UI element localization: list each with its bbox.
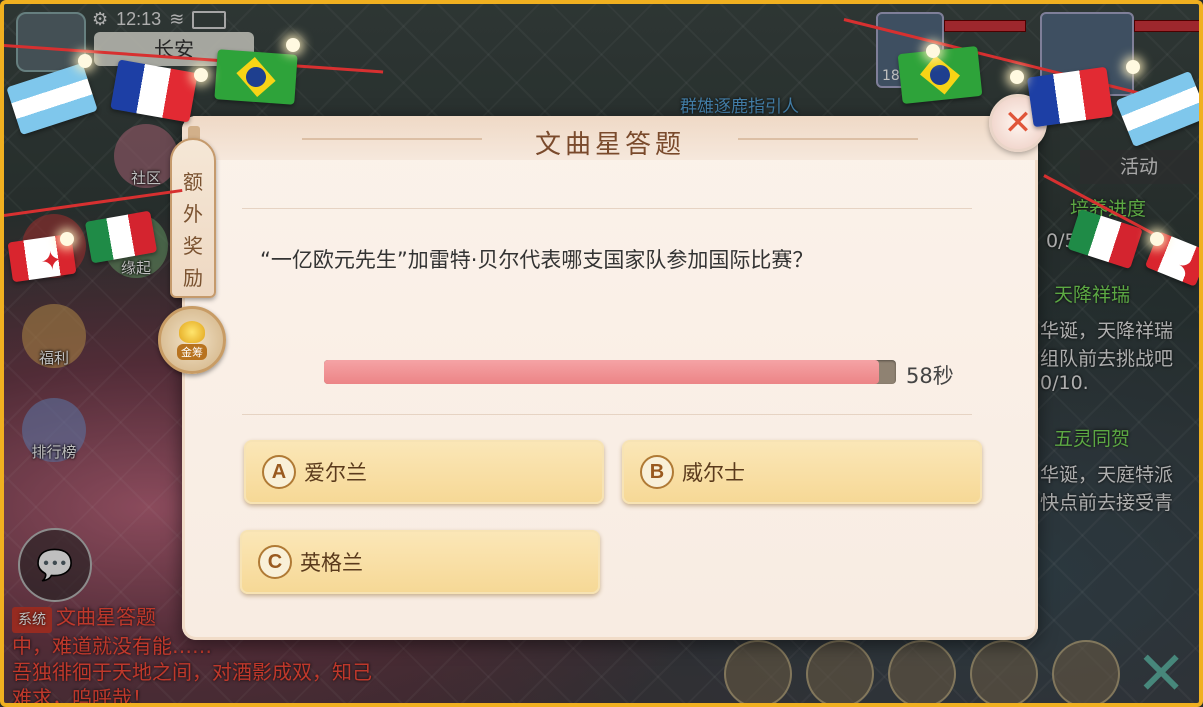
option-text: 威尔士	[682, 461, 745, 485]
bonus-label-char: 励	[183, 266, 203, 290]
answer-option-a[interactable]: A 爱尔兰	[244, 440, 604, 504]
option-letter: C	[258, 545, 292, 579]
bonus-label-char: 奖	[183, 234, 203, 258]
option-text: 爱尔兰	[304, 461, 367, 485]
coin-label: 金筹	[177, 343, 207, 360]
answer-option-b[interactable]: B 威尔士	[622, 440, 982, 504]
quiz-dialog: 文曲星答题 “一亿欧元先生”加雷特·贝尔代表哪支国家队参加国际比赛？ 58秒 A…	[182, 116, 1038, 640]
timer-remaining: 58秒	[906, 364, 954, 388]
question-text: “一亿欧元先生”加雷特·贝尔代表哪支国家队参加国际比赛？	[260, 248, 814, 272]
answer-option-c[interactable]: C 英格兰	[240, 530, 600, 594]
bonus-label-char: 外	[183, 202, 203, 226]
game-frame: ⚙ 12:13 ≋ 长安 社区 活动 缘起 福利 排行榜 💬 系统 文曲星答题 中…	[0, 0, 1203, 707]
divider	[242, 414, 972, 415]
close-button[interactable]: ✕	[989, 94, 1047, 152]
bonus-reward-tag[interactable]: 额外奖励	[170, 138, 216, 298]
gold-chip-badge[interactable]: 金筹	[158, 306, 226, 374]
gold-chip-icon	[179, 320, 205, 343]
dialog-title: 文曲星答题	[534, 130, 685, 160]
close-icon: ✕	[1003, 103, 1033, 143]
bonus-label-char: 额	[183, 170, 203, 194]
divider	[242, 208, 972, 209]
option-letter: A	[262, 455, 296, 489]
option-text: 英格兰	[300, 551, 363, 575]
timer-bar	[324, 360, 896, 384]
option-letter: B	[640, 455, 674, 489]
timer-bar-fill	[324, 360, 879, 384]
